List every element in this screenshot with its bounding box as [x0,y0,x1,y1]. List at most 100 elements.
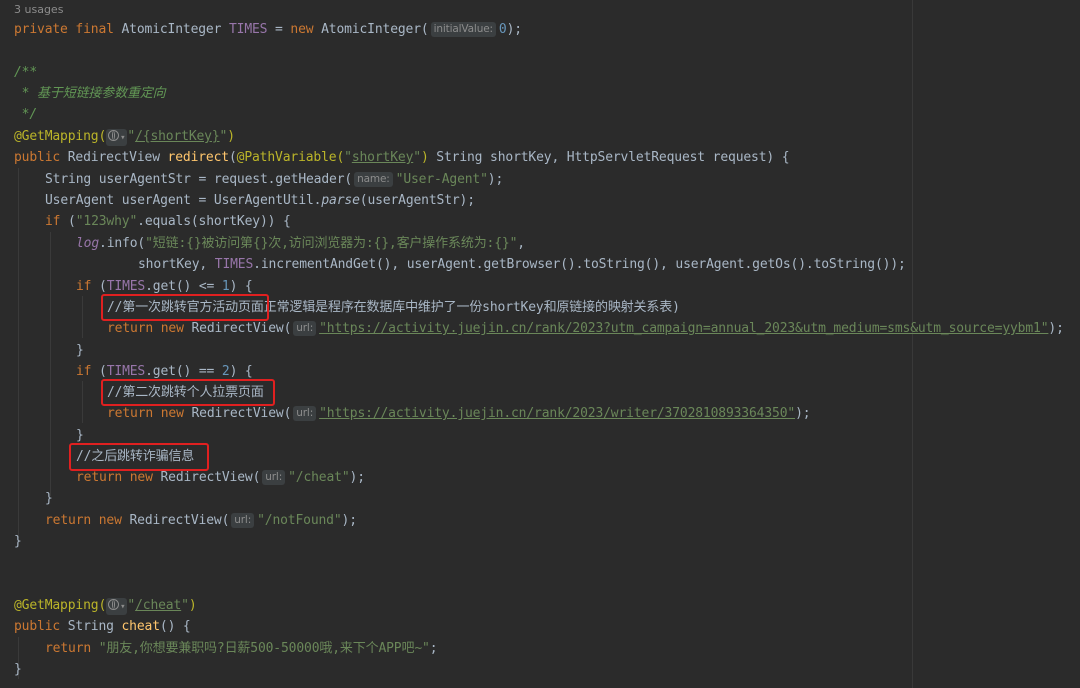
param-hint-url: url: [231,513,255,528]
closing-brace[interactable]: } [76,340,84,361]
pathvariable-name-link[interactable]: shortKey [352,150,414,165]
method-params: () { [159,619,191,634]
code-editor[interactable]: 3 usages private final AtomicInteger TIM… [0,0,1080,688]
statement-end: ); [341,513,358,528]
code-line-return-1[interactable]: return new RedirectView(url: "https://act… [107,318,1064,339]
mapping-hint[interactable]: ▾ [106,129,128,146]
path-quote-close: " [181,598,189,613]
type-string: String [67,619,122,634]
code-line-cheat-return[interactable]: return "朋友,你想要兼职吗?日薪500-50000哦,来下个APP吧~"… [45,638,438,659]
statement-end: ; [429,641,438,656]
annotation-pathvariable: @PathVariable( [236,150,345,165]
code-line-return-notfound[interactable]: return new RedirectView(url: "/notFound")… [45,510,357,531]
field-times: TIMES [228,22,268,37]
closing-brace[interactable]: } [14,659,22,680]
constructor-redirectview: RedirectView( [129,513,230,528]
statement-end: ); [795,406,811,421]
method-name-cheat: cheat [121,619,161,634]
keyword-new: new [98,513,130,528]
code-line-if-times-2[interactable]: if (TIMES.get() == 2) { [76,361,253,382]
url-link[interactable]: "https://activity.juejin.cn/rank/2023/wr… [319,406,795,421]
code-line-if-shortkey[interactable]: if ("123why".equals(shortKey)) { [45,211,291,232]
number-literal: 0 [498,22,507,37]
code-line-log-args[interactable]: shortKey, TIMES.incrementAndGet(), userA… [138,254,906,275]
comment-first-redirect: //第一次跳转官方活动页面 [107,300,264,315]
code-line-useragent-str[interactable]: String userAgentStr = request.getHeader(… [45,169,503,190]
comment-rest: 正常逻辑是程序在数据库中维护了一份shortKey和原链接的映射关系表) [263,300,680,315]
code-line-return-2[interactable]: return new RedirectView(url: "https://act… [107,403,811,424]
url-link[interactable]: "https://activity.juejin.cn/rank/2023?ut… [319,321,1048,336]
field-times: TIMES [214,257,254,272]
annotation-close: ) [227,129,235,144]
keyword-new: new [160,406,192,421]
indent-guide [50,232,51,496]
indent-guide [82,296,83,338]
indent-guide [18,168,19,538]
static-method-parse: parse [321,193,360,208]
keyword-return: return [76,470,130,485]
closing-brace[interactable]: } [14,531,22,552]
statement-text: UserAgent userAgent = UserAgentUtil. [45,193,322,208]
string-quote-open: " [344,150,352,165]
chevron-down-icon: ▾ [120,133,126,143]
code-line-log-info[interactable]: log.info("短链:{}被访问第{}次,访问浏览器为:{},客户操作系统为… [76,233,525,254]
string-literal: "短链:{}被访问第{}次,访问浏览器为:{},客户操作系统为:{}" [145,236,518,251]
code-line-redirect-signature[interactable]: public RedirectView redirect(@PathVariab… [14,147,790,168]
string-literal: "/cheat" [288,470,350,485]
field-times: TIMES [106,279,146,294]
javadoc-close[interactable]: */ [14,104,38,125]
right-margin-guide [912,0,913,688]
type-redirectview: RedirectView [67,150,168,165]
code-line-times-decl[interactable]: private final AtomicInteger TIMES = new … [14,19,522,40]
keyword-new: new [160,321,192,336]
param-hint-initialvalue: initialValue: [430,22,496,37]
comment-then-scam[interactable]: //之后跳转诈骗信息 [76,446,194,467]
code-line-useragent-parse[interactable]: UserAgent userAgent = UserAgentUtil.pars… [45,190,475,211]
keyword-new: new [129,470,161,485]
number-literal: 1 [221,279,230,294]
code-line-cheat-signature[interactable]: public String cheat() { [14,616,191,637]
keyword-return: return [45,641,99,656]
usages-hint[interactable]: 3 usages [14,0,63,20]
mapping-path-link[interactable]: /cheat [135,598,181,613]
indent-guide [82,381,83,423]
annotation-close: ) [420,150,429,165]
field-log: log [76,236,100,251]
javadoc-body[interactable]: * 基于短链接参数重定向 [14,83,166,104]
comma: , [517,236,525,251]
assign-op: = [267,22,291,37]
string-literal: "User-Agent" [395,172,488,187]
closing-brace[interactable]: } [76,425,84,446]
annotation-getmapping: @GetMapping( [14,129,107,144]
param-hint-url: url: [293,406,317,421]
keyword-return: return [107,321,161,336]
closing-brace[interactable]: } [45,488,53,509]
code-line-if-times-1[interactable]: if (TIMES.get() <= 1) { [76,276,253,297]
mapping-hint[interactable]: ▾ [106,598,128,615]
comment-second-redirect[interactable]: //第二次跳转个人拉票页面 [107,382,264,403]
keyword-if: if [76,279,100,294]
keyword-if: if [76,364,100,379]
keyword-return: return [107,406,161,421]
annotation-close: ) [188,598,197,613]
code-line-return-cheat[interactable]: return new RedirectView(url: "/cheat"); [76,467,365,488]
string-literal: "朋友,你想要兼职吗?日薪500-50000哦,来下个APP吧~" [98,641,430,656]
paren-open: ( [99,364,107,379]
statement-text: shortKey, [138,257,215,272]
paren-open: ( [228,150,237,165]
paren-open: ( [99,279,107,294]
statement-text: .get() == [145,364,222,379]
code-line-cheat-annotation[interactable]: @GetMapping(▾ "/cheat") [14,595,197,616]
statement-end: ); [506,22,523,37]
code-line-comment-1[interactable]: //第一次跳转官方活动页面正常逻辑是程序在数据库中维护了一份shortKey和原… [107,297,680,318]
mapping-path-link[interactable]: /{shortKey} [135,129,220,144]
code-line-redirect-annotation[interactable]: @GetMapping(▾ "/{shortKey}") [14,126,235,147]
statement-end: ); [1048,321,1064,336]
statement-text: String userAgentStr = request.getHeader( [45,172,353,187]
keyword-private-final: private final [14,22,122,37]
statement-end: ); [487,172,504,187]
method-call-info: .info( [99,236,146,251]
path-quote-open: " [127,598,136,613]
constructor-redirectview: RedirectView( [191,406,292,421]
javadoc-open[interactable]: /** [14,62,37,83]
